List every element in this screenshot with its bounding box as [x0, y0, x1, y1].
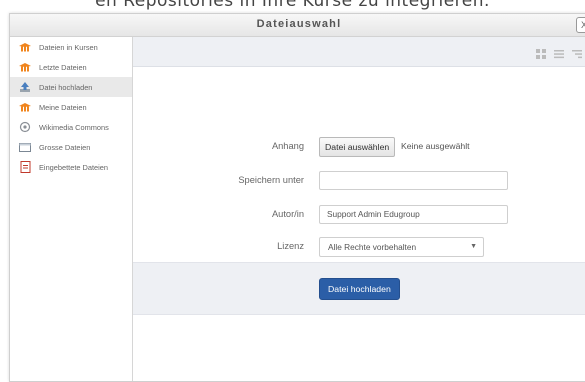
- author-row: Autor/in Support Admin Edugroup: [133, 205, 585, 225]
- sidebar-item-datei-hochladen[interactable]: Datei hochladen: [10, 77, 132, 97]
- save-as-row: Speichern unter: [133, 171, 585, 191]
- author-input[interactable]: Support Admin Edugroup: [319, 205, 508, 224]
- attachment-label: Anhang: [271, 141, 304, 151]
- license-label: Lizenz: [277, 241, 304, 251]
- sidebar-item-label: Datei hochladen: [39, 82, 93, 92]
- file-picker-dialog: Dateiauswahl X Dateien in Kursen Letzte …: [9, 13, 585, 382]
- action-bar: Datei hochladen: [133, 262, 585, 315]
- license-selected-value: Alle Rechte vorbehalten: [328, 242, 417, 252]
- dialog-titlebar: Dateiauswahl X: [10, 14, 585, 37]
- folder-icon: [19, 141, 31, 153]
- sidebar-item-letzte-dateien[interactable]: Letzte Dateien: [10, 57, 132, 77]
- file-icon: [19, 161, 31, 173]
- view-toolbar: [133, 37, 585, 67]
- license-row: Lizenz Alle Rechte vorbehalten ▼: [133, 237, 585, 257]
- sidebar-item-grosse-dateien[interactable]: Grosse Dateien: [10, 137, 132, 157]
- close-button[interactable]: X: [576, 17, 585, 33]
- sidebar-item-dateien-in-kursen[interactable]: Dateien in Kursen: [10, 37, 132, 57]
- license-select[interactable]: Alle Rechte vorbehalten ▼: [319, 237, 484, 257]
- attachment-row: Anhang Datei auswählen Keine ausgewählt: [133, 137, 585, 157]
- dialog-title: Dateiauswahl: [256, 18, 342, 30]
- sidebar-item-label: Letzte Dateien: [39, 62, 87, 72]
- save-as-input[interactable]: [319, 171, 508, 190]
- sidebar-item-label: Meine Dateien: [39, 102, 87, 112]
- repository-sidebar: Dateien in Kursen Letzte Dateien Datei h…: [10, 37, 133, 381]
- sidebar-item-meine-dateien[interactable]: Meine Dateien: [10, 97, 132, 117]
- tree-view-icon[interactable]: [572, 46, 582, 59]
- choose-file-button[interactable]: Datei auswählen: [319, 137, 396, 157]
- save-as-label: Speichern unter: [238, 175, 304, 185]
- wikimedia-icon: [19, 121, 31, 133]
- sidebar-item-label: Grosse Dateien: [39, 142, 91, 152]
- grid-view-icon[interactable]: [536, 46, 546, 59]
- upload-file-button[interactable]: Datei hochladen: [319, 278, 400, 300]
- moodle-hat-icon: [19, 61, 31, 73]
- sidebar-item-label: Wikimedia Commons: [39, 122, 109, 132]
- chevron-down-icon: ▼: [470, 243, 477, 250]
- file-status: Keine ausgewählt: [401, 141, 470, 151]
- upload-icon: [19, 81, 31, 93]
- list-view-icon[interactable]: [554, 46, 564, 59]
- sidebar-item-label: Dateien in Kursen: [39, 42, 98, 52]
- sidebar-item-wikimedia-commons[interactable]: Wikimedia Commons: [10, 117, 132, 137]
- sidebar-item-label: Eingebettete Dateien: [39, 162, 109, 172]
- moodle-hat-icon: [19, 41, 31, 53]
- author-label: Autor/in: [271, 209, 304, 219]
- sidebar-item-eingebettete-dateien[interactable]: Eingebettete Dateien: [10, 157, 132, 177]
- moodle-hat-icon: [19, 101, 31, 113]
